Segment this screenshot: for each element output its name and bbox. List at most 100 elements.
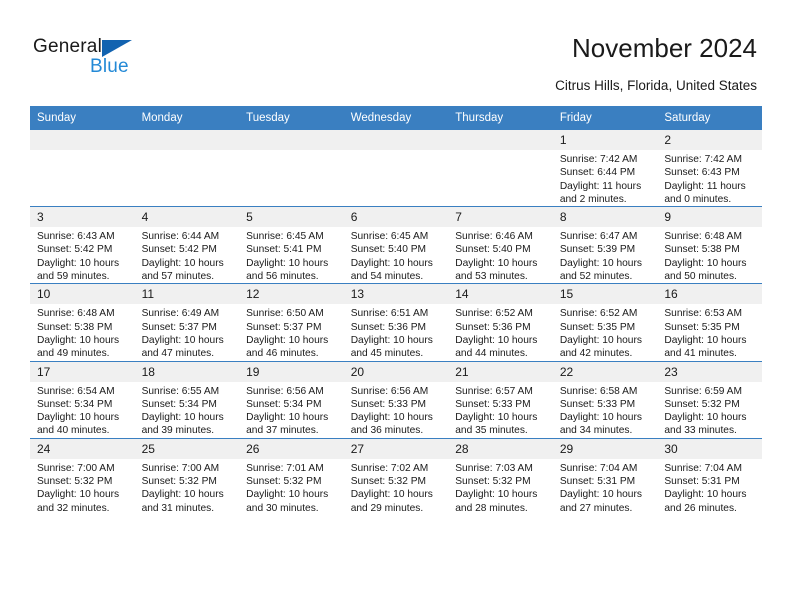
calendar-day-cell-empty xyxy=(134,130,240,207)
calendar-day-cell[interactable]: 21 Sunrise: 6:57 AM Sunset: 5:33 PM Dayligh… xyxy=(448,360,553,439)
weekday-header-row: Sunday Monday Tuesday Wednesday Thursday… xyxy=(30,106,762,130)
sunrise-text: Sunrise: 6:51 AM xyxy=(350,308,429,320)
calendar-day-cell[interactable]: 3 Sunrise: 6:43 AM Sunset: 5:42 PM Daylight… xyxy=(30,206,135,284)
calendar-day-cell[interactable]: 28 Sunrise: 7:03 AM Sunset: 5:32 PM Dayligh… xyxy=(448,437,553,515)
weekday-header-wednesday: Wednesday xyxy=(343,106,449,130)
daylight-text: Daylight: 10 hours and 50 minutes. xyxy=(664,257,747,283)
calendar-day-cell[interactable]: 22 Sunrise: 6:58 AM Sunset: 5:33 PM Dayligh… xyxy=(552,360,658,439)
day-number: 14 xyxy=(448,284,553,305)
daylight-text: Daylight: 10 hours and 37 minutes. xyxy=(246,412,329,437)
day-details: Sunrise: 7:02 AM Sunset: 5:32 PM Daylight:… xyxy=(344,459,449,515)
calendar-day-cell[interactable]: 5 Sunrise: 6:45 AM Sunset: 5:41 PM Daylight… xyxy=(239,206,344,284)
sunset-text: Sunset: 5:38 PM xyxy=(37,321,113,333)
day-number: 10 xyxy=(30,284,135,305)
sunset-text: Sunset: 5:38 PM xyxy=(664,244,740,256)
calendar-day-cell[interactable]: 8 Sunrise: 6:47 AM Sunset: 5:39 PM Daylight… xyxy=(552,206,658,284)
day-number: 27 xyxy=(343,438,449,459)
sunrise-text: Sunrise: 6:50 AM xyxy=(246,308,324,320)
sunset-text: Sunset: 5:34 PM xyxy=(246,398,322,410)
weekday-header-tuesday: Tuesday xyxy=(239,106,344,130)
calendar-day-cell[interactable]: 18 Sunrise: 6:55 AM Sunset: 5:34 PM Dayligh… xyxy=(134,360,240,439)
day-number: 12 xyxy=(239,284,344,305)
day-details: Sunrise: 6:43 AM Sunset: 5:42 PM Daylight:… xyxy=(30,227,135,283)
calendar-day-cell[interactable]: 6 Sunrise: 6:45 AM Sunset: 5:40 PM Daylight… xyxy=(343,206,449,284)
logo[interactable]: General Blue xyxy=(33,36,153,82)
day-number: 4 xyxy=(134,207,240,228)
day-number: 17 xyxy=(30,361,135,382)
day-number: 20 xyxy=(343,361,449,382)
calendar-day-cell[interactable]: 23 Sunrise: 6:59 AM Sunset: 5:32 PM Dayligh… xyxy=(657,360,762,439)
daylight-text: Daylight: 10 hours and 36 minutes. xyxy=(350,412,433,437)
day-details: Sunrise: 6:54 AM Sunset: 5:34 PM Daylight:… xyxy=(30,382,135,438)
calendar-day-cell[interactable]: 10 Sunrise: 6:48 AM Sunset: 5:38 PM Dayligh… xyxy=(30,283,135,362)
sunrise-text: Sunrise: 6:47 AM xyxy=(559,231,638,243)
day-details xyxy=(239,150,344,153)
daylight-text: Daylight: 10 hours and 32 minutes. xyxy=(37,489,120,514)
daylight-text: Daylight: 10 hours and 44 minutes. xyxy=(455,334,538,360)
daylight-text: Daylight: 10 hours and 28 minutes. xyxy=(455,489,538,514)
calendar-day-cell[interactable]: 4 Sunrise: 6:44 AM Sunset: 5:42 PM Daylight… xyxy=(134,206,240,284)
sunrise-text: Sunrise: 7:00 AM xyxy=(141,462,220,474)
day-details xyxy=(448,150,553,153)
sunset-text: Sunset: 5:31 PM xyxy=(664,476,740,488)
day-number: 7 xyxy=(448,207,553,228)
sunrise-text: Sunrise: 7:02 AM xyxy=(350,462,429,474)
calendar-day-cell[interactable]: 19 Sunrise: 6:56 AM Sunset: 5:34 PM Dayligh… xyxy=(239,360,344,439)
calendar-day-cell[interactable]: 26 Sunrise: 7:01 AM Sunset: 5:32 PM Dayligh… xyxy=(239,437,344,515)
calendar-day-cell[interactable]: 2 Sunrise: 7:42 AM Sunset: 6:43 PM Daylight… xyxy=(657,130,762,207)
daylight-text: Daylight: 10 hours and 49 minutes. xyxy=(37,334,120,360)
calendar-day-cell[interactable]: 13 Sunrise: 6:51 AM Sunset: 5:36 PM Dayligh… xyxy=(343,283,449,362)
sunset-text: Sunset: 5:34 PM xyxy=(141,398,217,410)
calendar-day-cell[interactable]: 1 Sunrise: 7:42 AM Sunset: 6:44 PM Daylight… xyxy=(552,130,658,207)
daylight-text: Daylight: 10 hours and 30 minutes. xyxy=(246,489,329,514)
day-details: Sunrise: 7:42 AM Sunset: 6:44 PM Daylight:… xyxy=(553,150,658,206)
calendar-day-cell-empty xyxy=(343,130,449,207)
calendar-day-cell[interactable]: 11 Sunrise: 6:49 AM Sunset: 5:37 PM Dayligh… xyxy=(134,283,240,362)
day-details: Sunrise: 6:51 AM Sunset: 5:36 PM Daylight:… xyxy=(344,304,449,360)
day-details: Sunrise: 6:52 AM Sunset: 5:36 PM Daylight:… xyxy=(448,304,553,360)
calendar-day-cell-empty xyxy=(30,130,135,207)
daylight-text: Daylight: 10 hours and 56 minutes. xyxy=(246,257,329,283)
calendar-day-cell[interactable]: 20 Sunrise: 6:56 AM Sunset: 5:33 PM Dayligh… xyxy=(343,360,449,439)
day-number: 30 xyxy=(657,438,762,459)
day-number xyxy=(239,130,344,150)
day-number xyxy=(30,130,135,150)
sunrise-text: Sunrise: 6:52 AM xyxy=(559,308,638,320)
sunset-text: Sunset: 5:32 PM xyxy=(246,476,322,488)
logo-text-general: General xyxy=(33,36,102,57)
calendar-day-cell[interactable]: 25 Sunrise: 7:00 AM Sunset: 5:32 PM Dayligh… xyxy=(134,437,240,515)
calendar-day-cell[interactable]: 24 Sunrise: 7:00 AM Sunset: 5:32 PM Dayligh… xyxy=(30,437,135,515)
calendar-day-cell[interactable]: 16 Sunrise: 6:53 AM Sunset: 5:35 PM Dayligh… xyxy=(657,283,762,362)
calendar-day-cell[interactable]: 29 Sunrise: 7:04 AM Sunset: 5:31 PM Dayligh… xyxy=(552,437,658,515)
calendar-week-row: 24 Sunrise: 7:00 AM Sunset: 5:32 PM Dayligh… xyxy=(30,437,762,515)
day-number: 13 xyxy=(343,284,449,305)
sunset-text: Sunset: 5:35 PM xyxy=(559,321,636,333)
daylight-text: Daylight: 10 hours and 54 minutes. xyxy=(350,257,433,283)
calendar-day-cell[interactable]: 9 Sunrise: 6:48 AM Sunset: 5:38 PM Daylight… xyxy=(657,206,762,284)
sunset-text: Sunset: 6:44 PM xyxy=(559,167,636,179)
day-details: Sunrise: 6:48 AM Sunset: 5:38 PM Daylight:… xyxy=(30,304,135,360)
sunset-text: Sunset: 5:36 PM xyxy=(455,321,531,333)
sunset-text: Sunset: 5:32 PM xyxy=(664,398,740,410)
day-number: 1 xyxy=(552,130,658,150)
page-header: General Blue November 2024 Citrus Hills,… xyxy=(0,0,792,100)
calendar-day-cell[interactable]: 27 Sunrise: 7:02 AM Sunset: 5:32 PM Dayligh… xyxy=(343,437,449,515)
day-number: 19 xyxy=(239,361,344,382)
calendar-day-cell[interactable]: 14 Sunrise: 6:52 AM Sunset: 5:36 PM Dayligh… xyxy=(448,283,553,362)
sunrise-text: Sunrise: 6:52 AM xyxy=(455,308,533,320)
calendar-day-cell[interactable]: 12 Sunrise: 6:50 AM Sunset: 5:37 PM Dayligh… xyxy=(239,283,344,362)
calendar-day-cell[interactable]: 7 Sunrise: 6:46 AM Sunset: 5:40 PM Daylight… xyxy=(448,206,553,284)
calendar-day-cell[interactable]: 30 Sunrise: 7:04 AM Sunset: 5:31 PM Dayligh… xyxy=(657,437,762,515)
day-details: Sunrise: 6:44 AM Sunset: 5:42 PM Daylight:… xyxy=(135,227,240,283)
day-details: Sunrise: 6:50 AM Sunset: 5:37 PM Daylight:… xyxy=(239,304,344,360)
page-title: November 2024 xyxy=(572,33,757,63)
weekday-header-friday: Friday xyxy=(552,106,658,130)
calendar-day-cell[interactable]: 15 Sunrise: 6:52 AM Sunset: 5:35 PM Dayligh… xyxy=(552,283,658,362)
calendar-day-cell[interactable]: 17 Sunrise: 6:54 AM Sunset: 5:34 PM Dayligh… xyxy=(30,360,135,439)
daylight-text: Daylight: 10 hours and 45 minutes. xyxy=(350,334,433,360)
weekday-header-thursday: Thursday xyxy=(448,106,553,130)
day-details: Sunrise: 6:57 AM Sunset: 5:33 PM Daylight:… xyxy=(448,382,553,438)
daylight-text: Daylight: 10 hours and 29 minutes. xyxy=(350,489,433,514)
daylight-text: Daylight: 10 hours and 34 minutes. xyxy=(559,412,642,437)
day-number: 26 xyxy=(239,438,344,459)
